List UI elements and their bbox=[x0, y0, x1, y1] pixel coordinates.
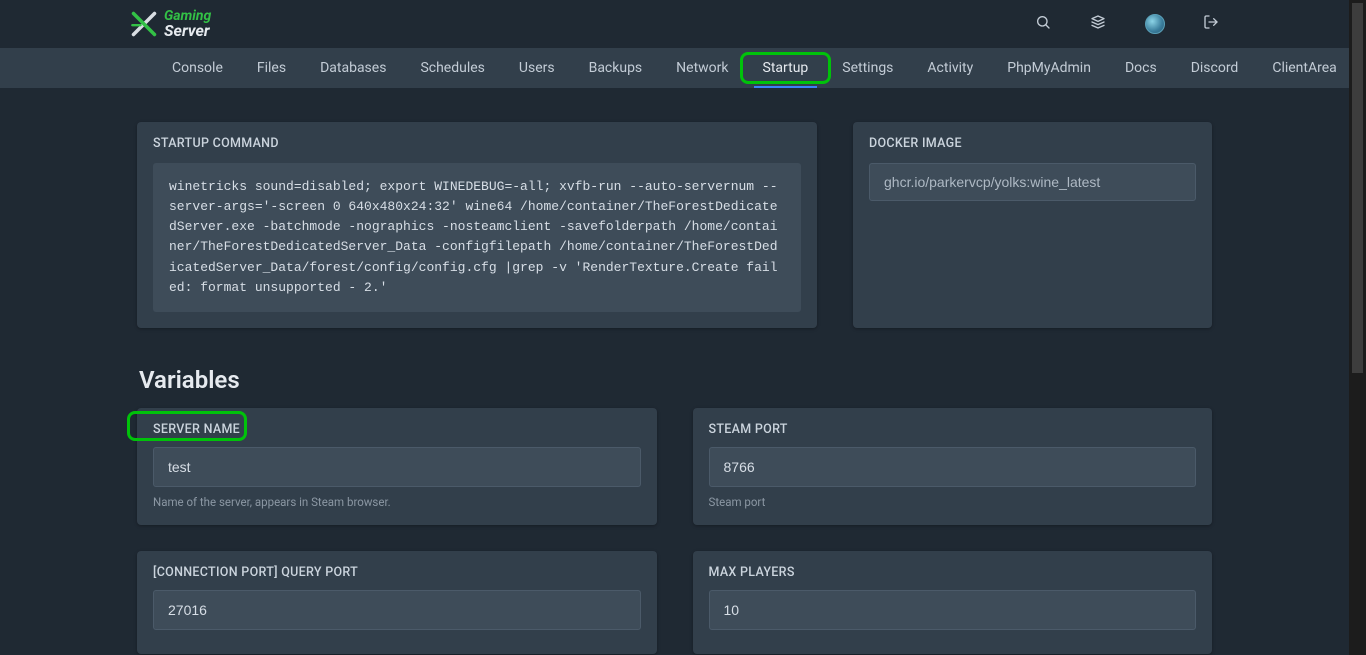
var-query-port-panel: [CONNECTION PORT] QUERY PORT bbox=[137, 551, 657, 654]
tab-discord[interactable]: Discord bbox=[1174, 48, 1256, 88]
nav-bar: Console Files Databases Schedules Users … bbox=[0, 48, 1349, 88]
docker-image-title: DOCKER IMAGE bbox=[853, 122, 1212, 163]
tab-docs[interactable]: Docs bbox=[1108, 48, 1174, 88]
variables-heading: Variables bbox=[139, 366, 1212, 394]
scrollbar-track[interactable] bbox=[1349, 0, 1366, 655]
var-steam-port-title: STEAM PORT bbox=[693, 408, 1213, 447]
tab-clientarea[interactable]: ClientArea bbox=[1255, 48, 1349, 88]
brand-logo[interactable]: Gaming Server bbox=[130, 10, 211, 38]
var-query-port-input[interactable] bbox=[153, 590, 641, 630]
tab-network[interactable]: Network bbox=[659, 48, 745, 88]
search-icon[interactable] bbox=[1035, 14, 1051, 34]
top-bar: Gaming Server bbox=[0, 0, 1349, 48]
var-server-name-panel: SERVER NAME Name of the server, appears … bbox=[137, 408, 657, 525]
startup-command-title: STARTUP COMMAND bbox=[137, 122, 817, 163]
var-steam-port-help: Steam port bbox=[709, 495, 1197, 509]
tab-users[interactable]: Users bbox=[502, 48, 572, 88]
tab-backups[interactable]: Backups bbox=[572, 48, 660, 88]
var-server-name-help: Name of the server, appears in Steam bro… bbox=[153, 495, 641, 509]
layers-icon[interactable] bbox=[1089, 14, 1107, 34]
var-steam-port-input[interactable] bbox=[709, 447, 1197, 487]
tab-schedules[interactable]: Schedules bbox=[403, 48, 501, 88]
var-server-name-input[interactable] bbox=[153, 447, 641, 487]
var-server-name-title: SERVER NAME bbox=[153, 422, 240, 437]
tab-databases[interactable]: Databases bbox=[303, 48, 403, 88]
tab-files[interactable]: Files bbox=[240, 48, 303, 88]
var-max-players-title: MAX PLAYERS bbox=[693, 551, 1213, 590]
var-query-port-title: [CONNECTION PORT] QUERY PORT bbox=[137, 551, 657, 590]
logout-icon[interactable] bbox=[1203, 14, 1219, 34]
scrollbar-thumb[interactable] bbox=[1352, 3, 1363, 373]
var-max-players-input[interactable] bbox=[709, 590, 1197, 630]
var-max-players-panel: MAX PLAYERS bbox=[693, 551, 1213, 654]
content: STARTUP COMMAND winetricks sound=disable… bbox=[0, 88, 1349, 655]
tab-settings[interactable]: Settings bbox=[825, 48, 910, 88]
var-steam-port-panel: STEAM PORT Steam port bbox=[693, 408, 1213, 525]
tab-phpmyadmin[interactable]: PhpMyAdmin bbox=[990, 48, 1108, 88]
tab-startup[interactable]: Startup bbox=[746, 48, 826, 88]
tab-activity[interactable]: Activity bbox=[910, 48, 990, 88]
docker-image-panel: DOCKER IMAGE bbox=[853, 122, 1212, 328]
docker-image-input[interactable] bbox=[869, 163, 1196, 201]
logo-mark-icon bbox=[130, 10, 158, 38]
brand-bottom: Server bbox=[164, 23, 211, 38]
startup-command-code: winetricks sound=disabled; export WINEDE… bbox=[153, 163, 801, 312]
startup-command-panel: STARTUP COMMAND winetricks sound=disable… bbox=[137, 122, 817, 328]
tab-console[interactable]: Console bbox=[155, 48, 240, 88]
avatar[interactable] bbox=[1145, 14, 1165, 34]
